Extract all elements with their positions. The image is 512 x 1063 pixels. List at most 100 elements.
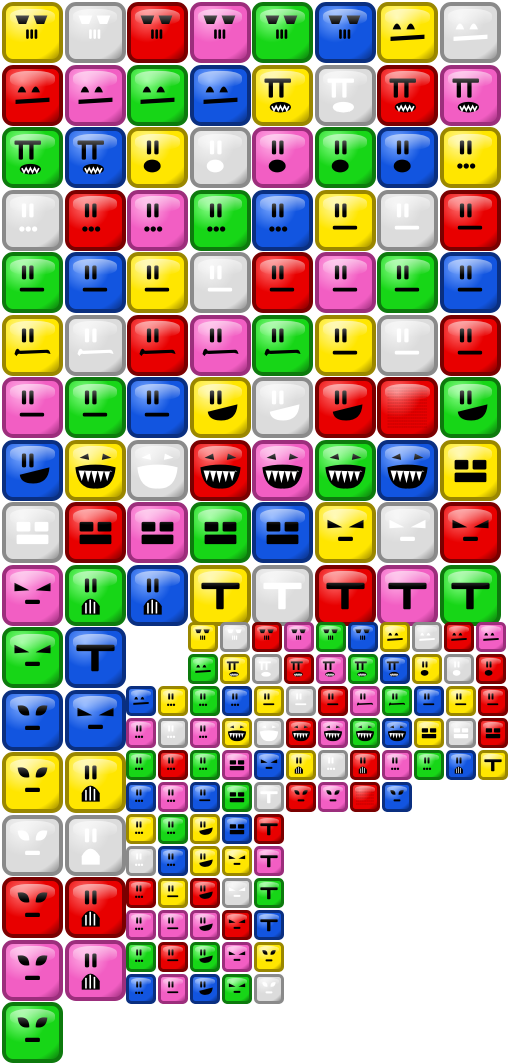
brow-eyes-face-icon [265,15,298,39]
small-yellow-dot-mouth-icon [126,814,156,844]
flat-mouth-face-icon [423,693,435,706]
brow-eyes-face-icon [227,629,242,640]
t-face-face-icon [263,582,302,609]
sharp-teeth-face-icon [324,453,366,489]
pi-grin-face-icon [451,78,479,112]
small-red-flat-mouth-icon [318,686,348,716]
pi-grin-face-icon [264,78,291,112]
large-red-blocky-icon [64,502,126,563]
blocky-face-icon [229,824,245,835]
small-yellow-smirk-icon [190,814,220,844]
dot-mouth-face-icon [167,725,176,739]
large-pink-flat-mouth-icon [2,377,63,438]
small-yellow-v-eyes-icon [222,846,252,876]
dome-eyes-face-icon [78,85,112,104]
flat-mouth-face-icon [82,265,107,292]
flat-mouth-face-icon [394,265,420,292]
dot-mouth-face-icon [135,757,144,771]
flat-mouth-face-icon [199,789,211,802]
small-green-blocky-icon [222,782,252,812]
small-green-dot-mouth-icon [190,686,220,716]
t-face-face-icon [484,759,502,772]
small-gray-dome-eyes-icon [412,622,442,652]
dot-mouth-face-icon [456,140,475,169]
striped-mouth-face-icon [454,757,463,774]
dome-eyes-face-icon [483,632,499,641]
dome-eyes-face-icon [195,664,211,673]
t-face-face-icon [200,582,240,609]
flat-mouth-face-icon [19,265,45,292]
oval-mouth-face-icon [143,140,161,173]
large-gray-v-eyes-icon [377,502,438,563]
sharp-teeth-face-icon [291,725,311,742]
large-gray-alien-eyes-icon [2,814,63,876]
brow-eyes-face-icon [259,629,274,640]
oval-mouth-face-icon [268,140,286,173]
v-eyes-face-icon [228,951,246,961]
blocky-face-icon [204,521,236,545]
large-yellow-sharp-teeth-icon [64,439,126,501]
dot-mouth-face-icon [327,757,336,771]
sharp-teeth-face-icon [355,725,375,742]
large-gray-dome-eyes-icon [439,2,501,63]
small-yellow-t-face-icon [478,750,508,780]
dot-mouth-face-icon [135,949,144,963]
small-yellow-dot-mouth-icon [158,686,188,716]
pi-grin-face-icon [76,140,104,175]
large-red-pi-grin-icon [377,64,438,126]
pi-grin-face-icon [326,78,354,112]
large-pink-alien-eyes-icon [2,939,63,1001]
pi-grin-face-icon [322,661,335,677]
flat-mouth-face-icon [144,390,170,417]
large-yellow-blocky-icon [439,439,501,501]
dot-mouth-face-icon [167,693,176,707]
large-green-pi-grin-icon [2,127,63,188]
dot-mouth-face-icon [391,757,400,771]
small-blue-alien-eyes-icon [382,782,412,812]
v-eyes-face-icon [389,519,426,541]
small-blue-dot-mouth-icon [126,782,156,812]
smirk-face-icon [199,917,213,931]
oval-mouth-face-icon [420,661,429,676]
alien-eyes-face-icon [17,829,48,855]
large-pink-v-eyes-icon [2,564,63,626]
large-red-dome-eyes-icon [2,64,63,126]
large-green-dome-eyes-icon [127,64,188,126]
frown-face-icon [356,693,374,706]
v-eyes-face-icon [326,519,364,541]
alien-eyes-face-icon [17,954,48,980]
pi-grin-face-icon [258,661,271,677]
dot-mouth-face-icon [199,725,208,739]
small-gray-t-face-icon [254,782,284,812]
small-gray-alien-eyes-icon [254,974,284,1004]
small-green-dot-mouth-icon [414,750,444,780]
blocky-face-icon [229,760,245,771]
flat-mouth-face-icon [82,390,107,417]
small-yellow-blocky-icon [414,718,444,748]
large-gray-oval-mouth-icon [189,127,251,188]
alien-eyes-face-icon [390,790,404,802]
large-yellow-brow-eyes-icon [2,2,63,63]
t-face-face-icon [260,919,278,932]
frown-face-icon [14,328,51,356]
large-red-sharp-teeth-icon [189,439,251,501]
flat-mouth-face-icon [144,265,170,292]
flat-mouth-face-icon [394,203,420,230]
frown-face-icon [264,328,301,356]
dot-mouth-face-icon [167,821,176,835]
sharp-teeth-face-icon [137,453,178,489]
large-gray-striped-mouth-icon [64,814,126,876]
oval-mouth-face-icon [393,140,411,173]
small-green-dot-mouth-icon [190,750,220,780]
small-green-dot-mouth-icon [158,814,188,844]
smirk-face-icon [332,390,362,421]
large-green-flat-mouth-icon [64,377,126,438]
large-green-sharp-teeth-icon [314,439,376,501]
flat-mouth-face-icon [167,917,179,930]
v-eyes-face-icon [228,887,246,897]
alien-eyes-face-icon [262,950,276,962]
v-eyes-face-icon [228,855,246,865]
large-blue-flat-mouth-icon [64,252,126,313]
small-red-sharp-teeth-icon [286,718,316,748]
small-gray-dot-mouth-icon [318,750,348,780]
